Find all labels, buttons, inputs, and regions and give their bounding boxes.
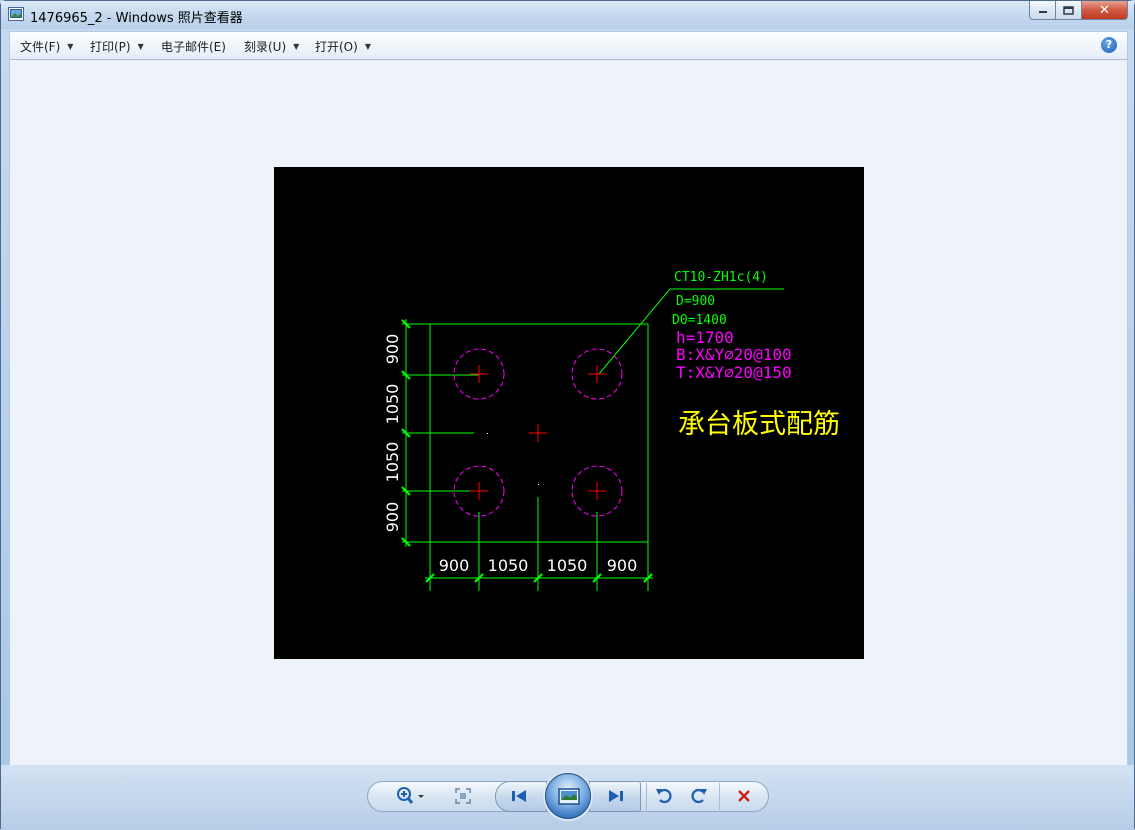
previous-icon — [512, 790, 526, 802]
chevron-down-icon: ▼ — [137, 41, 144, 51]
bottom-dim-3: 1050 — [547, 556, 588, 575]
toolbar-separator — [719, 783, 720, 810]
pile-diameter: D=900 — [676, 294, 715, 309]
menu-bar: 文件(F) ▼ 打印(P) ▼ 电子邮件(E) 刻录(U) ▼ 打开(O) ▼ … — [9, 31, 1128, 60]
chevron-down-icon: ▼ — [67, 41, 74, 51]
menu-email[interactable]: 电子邮件(E) — [161, 38, 226, 54]
rotate-clockwise-button[interactable] — [688, 786, 710, 806]
delete-button[interactable] — [733, 786, 755, 806]
menu-burn[interactable]: 刻录(U) ▼ — [244, 38, 299, 54]
toolbar-separator — [646, 783, 647, 810]
bottom-dim-4: 900 — [607, 556, 638, 575]
slideshow-icon — [558, 788, 580, 805]
menu-open-label: 打开(O) — [315, 39, 358, 54]
next-icon — [609, 790, 623, 802]
menu-print-label: 打印(P) — [90, 39, 131, 54]
window-controls: ✕ — [1029, 1, 1128, 21]
rotate-counterclockwise-icon — [656, 788, 672, 804]
close-button[interactable]: ✕ — [1082, 1, 1128, 20]
left-dim-4: 900 — [383, 502, 402, 533]
chevron-down-icon: ▼ — [293, 41, 300, 51]
photo-viewer-window: 1476965_2 - Windows 照片查看器 ✕ 文件(F) ▼ 打印(P… — [0, 0, 1135, 830]
bottom-rebar: B:X&Y⌀20@100 — [676, 345, 792, 364]
menu-print[interactable]: 打印(P) ▼ — [90, 38, 144, 54]
minimize-icon — [1038, 11, 1047, 13]
actual-size-icon — [455, 788, 471, 804]
pile-diameter-d0: D0=1400 — [672, 313, 727, 328]
top-rebar: T:X&Y⌀20@150 — [676, 363, 792, 382]
drawing-title: 承台板式配筋 — [678, 409, 840, 440]
bottom-dim-1: 900 — [439, 556, 470, 575]
title-bar: 1476965_2 - Windows 照片查看器 ✕ — [1, 1, 1134, 29]
window-title: 1476965_2 - Windows 照片查看器 — [30, 11, 243, 26]
next-button-icon-wrap — [604, 786, 628, 806]
minimize-button[interactable] — [1029, 1, 1056, 20]
menu-file[interactable]: 文件(F) ▼ — [20, 38, 73, 54]
left-dim-2: 1050 — [383, 384, 402, 425]
maximize-button[interactable] — [1056, 1, 1082, 20]
cad-drawing: 900 1050 1050 900 900 1050 1050 900 CT10… — [383, 270, 840, 591]
chevron-down-icon: ▼ — [364, 41, 371, 51]
maximize-icon — [1063, 5, 1074, 15]
menu-open[interactable]: 打开(O) ▼ — [315, 38, 371, 54]
zoom-icon — [397, 787, 424, 804]
rotate-clockwise-icon — [691, 788, 707, 804]
menu-burn-label: 刻录(U) — [244, 39, 287, 54]
slideshow-button[interactable] — [545, 773, 591, 819]
left-dim-3: 1050 — [383, 442, 402, 483]
previous-button-icon-wrap — [507, 786, 531, 806]
image-viewport: 900 1050 1050 900 900 1050 1050 900 CT10… — [9, 60, 1128, 765]
displayed-photo: 900 1050 1050 900 900 1050 1050 900 CT10… — [274, 167, 864, 659]
cap-tag: CT10-ZH1c(4) — [674, 270, 768, 285]
zoom-button[interactable] — [393, 786, 427, 806]
left-dim-1: 900 — [383, 334, 402, 365]
bottom-dim-2: 1050 — [488, 556, 529, 575]
actual-size-button[interactable] — [452, 786, 474, 806]
menu-file-label: 文件(F) — [20, 39, 61, 54]
close-icon: ✕ — [1099, 2, 1110, 18]
rotate-counterclockwise-button[interactable] — [653, 786, 675, 806]
menu-email-label: 电子邮件(E) — [161, 39, 226, 54]
delete-icon — [738, 790, 750, 802]
photo-viewer-app-icon — [8, 7, 24, 21]
help-icon[interactable]: ? — [1101, 37, 1117, 53]
